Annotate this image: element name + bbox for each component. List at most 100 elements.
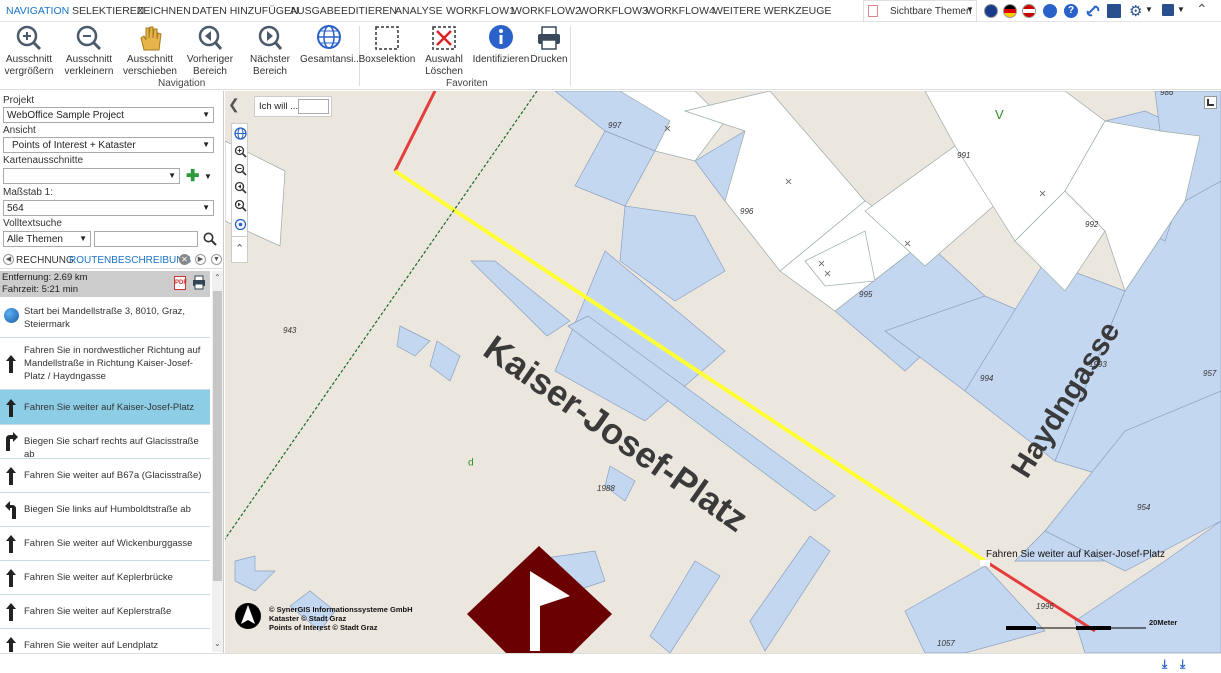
start-point-icon [4, 308, 19, 323]
arrow-straight-icon [6, 569, 16, 587]
zoom-out-button[interactable]: Ausschnitt verkleinern [61, 24, 117, 78]
menu-workflow3[interactable]: WORKFLOW3 [579, 5, 648, 17]
menu-zeichnen[interactable]: ZEICHNEN [137, 5, 191, 17]
tabs-scroll-right-icon[interactable]: ▶ [195, 254, 206, 265]
tab-rechnung[interactable]: RECHNUNG [16, 255, 74, 266]
link-icon[interactable] [1086, 4, 1100, 18]
box-select-button[interactable]: Boxselektion [358, 24, 416, 66]
route-step[interactable]: Fahren Sie weiter auf Keplerbrücke [0, 561, 210, 595]
tabs-menu-icon[interactable]: ▼ [211, 254, 222, 265]
flag-de-icon[interactable] [1003, 4, 1017, 18]
clear-selection-button[interactable]: Auswahl Löschen [416, 24, 472, 78]
zoom-in-button[interactable]: Ausschnitt vergrößern [1, 24, 57, 78]
download-icon[interactable]: ⤓ [1180, 657, 1185, 672]
menu-workflow4[interactable]: WORKFLOW4 [646, 5, 715, 17]
flag-at-icon[interactable] [1022, 4, 1036, 18]
ribbon-separator [570, 26, 571, 86]
route-instructions-list: Start bei Mandellstraße 3, 8010, Graz, S… [0, 298, 210, 652]
tabs-scroll-left-icon[interactable]: ◀ [3, 254, 14, 265]
menu-analyse[interactable]: ANALYSE [395, 5, 443, 17]
route-step-start[interactable]: Start bei Mandellstraße 3, 8010, Graz, S… [0, 298, 210, 338]
parcel-label: 1996 [1036, 602, 1054, 611]
route-step[interactable]: Fahren Sie weiter auf Wickenburggasse [0, 527, 210, 561]
route-step[interactable]: Biegen Sie scharf rechts auf Glacisstraß… [0, 425, 210, 460]
tab-routenbeschreibung[interactable]: ROUTENBESCHREIBUNG [69, 255, 191, 266]
print-button[interactable]: Drucken [521, 24, 577, 66]
download-icon[interactable]: ⤓ [1162, 657, 1167, 672]
chevron-down-icon[interactable]: ▼ [204, 172, 212, 181]
menu-workflow1[interactable]: WORKFLOW1 [446, 5, 515, 17]
ich-will-box[interactable]: Ich will ... [254, 96, 332, 117]
volltext-search-input[interactable] [94, 231, 198, 247]
menu-bar: NAVIGATION SELEKTIEREN ZEICHNEN DATEN HI… [0, 0, 1221, 22]
volltext-scope-select[interactable]: Alle Themen ▼ [3, 231, 91, 247]
parcel-label: 991 [957, 151, 971, 160]
projekt-select[interactable]: WebOffice Sample Project ▼ [3, 107, 214, 123]
route-step[interactable]: Fahren Sie weiter auf B67a (Glacisstraße… [0, 459, 210, 493]
zoom-in-icon [16, 25, 42, 51]
menu-selektieren[interactable]: SELEKTIEREN [72, 5, 144, 17]
search-icon[interactable] [203, 232, 217, 246]
save-icon[interactable] [1107, 4, 1121, 18]
route-callout: Fahren Sie weiter auf Kaiser-Josef-Platz [986, 549, 1165, 560]
menu-daten-hinzufuegen[interactable]: DATEN HINZUFÜGEN [192, 5, 299, 17]
menu-weitere-werkzeuge[interactable]: WEITERE WERKZEUGE [713, 5, 831, 17]
menu-editieren[interactable]: EDITIEREN [341, 5, 397, 17]
parcel-label: 995 [859, 290, 873, 299]
visible-themes-dropdown[interactable]: Sichtbare Themen ▼ [863, 0, 977, 22]
full-extent-button[interactable]: Gesamtansi... [300, 24, 362, 66]
arrow-left-icon [5, 501, 16, 519]
collapse-panel-icon[interactable]: ❮ [228, 96, 246, 114]
chevron-down-icon[interactable]: ⌄ [214, 639, 221, 648]
menu-workflow2[interactable]: WORKFLOW2 [512, 5, 581, 17]
add-extent-icon[interactable]: ✚ [186, 166, 199, 186]
next-extent-button[interactable]: Nächster Bereich [242, 24, 298, 78]
user-icon[interactable] [1162, 4, 1174, 16]
zoom-out-icon[interactable] [234, 163, 247, 176]
route-step-text: Fahren Sie weiter auf B67a (Glacisstraße… [24, 470, 202, 481]
route-step[interactable]: Fahren Sie in nordwestlicher Richtung au… [0, 338, 210, 390]
pan-button[interactable]: Ausschnitt verschieben [122, 24, 178, 78]
scale-bar-segment [1076, 626, 1111, 630]
collapse-ribbon-icon[interactable]: ⌃ [1196, 1, 1208, 18]
route-step[interactable]: Biegen Sie links auf Humboldtstraße ab [0, 493, 210, 527]
help-icon[interactable]: ? [1064, 4, 1078, 18]
gear-icon[interactable]: ⚙ [1129, 2, 1142, 20]
route-step-text: Fahren Sie weiter auf Kaiser-Josef-Platz [24, 402, 195, 413]
volltext-scope-value: Alle Themen [7, 234, 63, 245]
refresh-icon[interactable] [1043, 4, 1057, 18]
ich-will-label: Ich will ... [259, 101, 299, 112]
close-icon[interactable]: ✕ [179, 254, 190, 265]
ansicht-select[interactable]: Points of Interest + Kataster ▼ [3, 137, 214, 153]
chevron-down-icon: ▼ [168, 171, 176, 180]
zoom-in-icon[interactable] [234, 145, 247, 158]
zoom-out-label1: Ausschnitt [65, 54, 113, 65]
pdf-icon[interactable]: PDF [174, 276, 187, 290]
chevron-up-icon[interactable]: ⌃ [214, 273, 221, 282]
parcel-label: 992 [1085, 220, 1099, 229]
globe-icon[interactable] [234, 127, 247, 140]
previous-extent-button[interactable]: Vorheriger Bereich [182, 24, 238, 78]
next-extent-icon[interactable] [234, 199, 247, 212]
route-list-scrollbar[interactable]: ⌃ ⌄ [212, 271, 223, 652]
route-step[interactable]: Fahren Sie weiter auf Lendplatz [0, 629, 210, 652]
map-canvas[interactable]: Kaiser-Josef-Platz Haydngasse 997 991 99… [225, 91, 1221, 653]
chevron-up-icon[interactable]: ⌃ [235, 242, 244, 255]
kartenausschnitte-select[interactable]: ▼ [3, 168, 180, 184]
chevron-down-icon: ▼ [202, 110, 210, 119]
massstab-select[interactable]: 564 ▼ [3, 200, 214, 216]
route-step[interactable]: Fahren Sie weiter auf Keplerstraße [0, 595, 210, 629]
menu-ausgabe[interactable]: AUSGABE [290, 5, 341, 17]
ich-will-input[interactable] [298, 99, 329, 114]
scrollbar-thumb[interactable] [213, 291, 222, 581]
flag-uk-icon[interactable] [984, 4, 998, 18]
overview-map-toggle[interactable] [1204, 96, 1217, 109]
pan-label1: Ausschnitt [126, 54, 174, 65]
route-step-selected[interactable]: Fahren Sie weiter auf Kaiser-Josef-Platz [0, 390, 210, 425]
printer-icon[interactable] [192, 275, 206, 290]
volltextsuche-label: Volltextsuche [3, 218, 62, 229]
previous-extent-label1: Vorheriger [186, 54, 234, 65]
previous-extent-icon[interactable] [234, 181, 247, 194]
menu-navigation[interactable]: NAVIGATION [6, 5, 69, 17]
locate-icon[interactable] [234, 218, 247, 231]
